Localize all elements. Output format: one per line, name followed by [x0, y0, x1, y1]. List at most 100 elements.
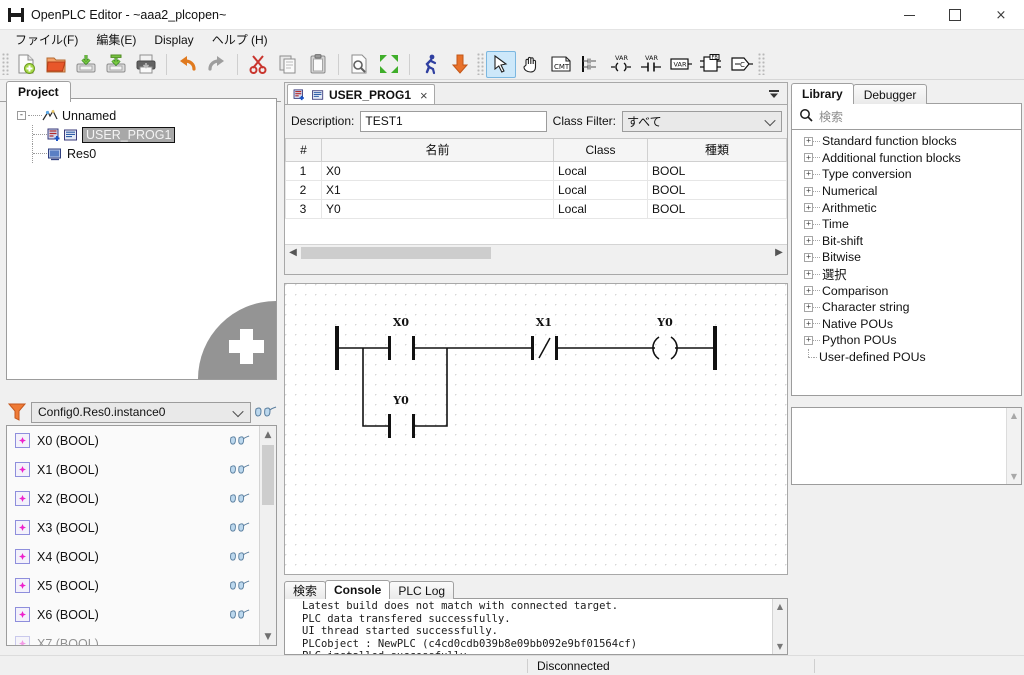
close-icon[interactable]: ×	[420, 88, 428, 103]
tree-expander-icon[interactable]: +	[804, 319, 813, 328]
scroll-down-icon[interactable]: ▼	[1007, 469, 1021, 484]
instance-combobox[interactable]: Config0.Res0.instance0	[31, 402, 251, 423]
cell-name[interactable]: X1	[322, 180, 554, 199]
list-item[interactable]: X0 (BOOL)	[7, 426, 276, 455]
tree-expander-icon[interactable]: -	[17, 111, 26, 120]
table-row[interactable]: 3 Y0 Local BOOL	[286, 199, 787, 218]
table-row[interactable]: 2 X1 Local BOOL	[286, 180, 787, 199]
library-item-bit-shift[interactable]: + Bit-shift	[792, 233, 1021, 250]
running-man-icon[interactable]	[415, 51, 445, 78]
library-search-box[interactable]: 検索	[791, 104, 1022, 130]
var-block-icon[interactable]: VAR	[666, 51, 696, 78]
scroll-up-icon[interactable]: ▲	[773, 599, 787, 614]
watch-variable-list[interactable]: X0 (BOOL) X1 (BOOL) X2 (BOOL) X3 (BOOL)	[6, 425, 277, 646]
debug-glasses-icon[interactable]	[230, 550, 250, 566]
cell-class[interactable]: Local	[554, 161, 648, 180]
save-as-icon[interactable]	[101, 51, 131, 78]
list-item[interactable]: X2 (BOOL)	[7, 484, 276, 513]
col-index[interactable]: #	[286, 139, 322, 161]
page-search-icon[interactable]	[344, 51, 374, 78]
tab-library[interactable]: Library	[791, 83, 854, 104]
library-item-type-conversion[interactable]: + Type conversion	[792, 166, 1021, 183]
tab-search[interactable]: 検索	[284, 581, 326, 599]
fb-block-icon[interactable]: FB	[696, 51, 726, 78]
debug-glasses-icon[interactable]	[255, 405, 277, 419]
connector-icon[interactable]: C	[726, 51, 756, 78]
clipboard-icon[interactable]	[303, 51, 333, 78]
library-item-python-pous[interactable]: + Python POUs	[792, 332, 1021, 349]
tab-console[interactable]: Console	[325, 580, 390, 599]
scroll-up-icon[interactable]: ▲	[1007, 408, 1021, 423]
scroll-left-icon[interactable]: ◀	[285, 247, 301, 258]
tab-project[interactable]: Project	[6, 81, 71, 102]
tree-expander-icon[interactable]: +	[804, 286, 813, 295]
scrollbar-thumb[interactable]	[262, 445, 274, 505]
tab-menu-icon[interactable]	[767, 87, 781, 101]
list-item[interactable]: X1 (BOOL)	[7, 455, 276, 484]
funnel-filter-icon[interactable]	[6, 401, 28, 423]
library-item-arithmetic[interactable]: + Arithmetic	[792, 199, 1021, 216]
close-button[interactable]: ×	[978, 0, 1024, 30]
tree-expander-icon[interactable]: +	[804, 153, 813, 162]
debug-glasses-icon[interactable]	[230, 608, 250, 624]
tree-expander-icon[interactable]: +	[804, 236, 813, 245]
undo-arrow-icon[interactable]	[172, 51, 202, 78]
scrollbar-thumb[interactable]	[301, 247, 491, 259]
download-arrow-icon[interactable]	[445, 51, 475, 78]
scrollbar-track[interactable]	[301, 246, 771, 260]
library-item-bitwise[interactable]: + Bitwise	[792, 249, 1021, 266]
description-input[interactable]: TEST1	[360, 111, 546, 132]
scissors-icon[interactable]	[243, 51, 273, 78]
cell-class[interactable]: Local	[554, 180, 648, 199]
maximize-button[interactable]	[932, 0, 978, 30]
printer-icon[interactable]	[131, 51, 161, 78]
cursor-arrow-icon[interactable]	[486, 51, 516, 78]
col-class[interactable]: Class	[554, 139, 648, 161]
add-pou-decoration-icon[interactable]	[198, 301, 276, 379]
col-name[interactable]: 名前	[322, 139, 554, 161]
tree-expander-icon[interactable]: +	[804, 137, 813, 146]
cell-type[interactable]: BOOL	[648, 199, 787, 218]
scroll-down-icon[interactable]: ▼	[773, 639, 787, 654]
search-input[interactable]: 検索	[819, 108, 843, 125]
power-rail-icon[interactable]	[576, 51, 606, 78]
scroll-right-icon[interactable]: ▶	[771, 247, 787, 258]
cell-name[interactable]: Y0	[322, 199, 554, 218]
comment-cmt-icon[interactable]: CMT	[546, 51, 576, 78]
toolbar-grip[interactable]	[477, 53, 484, 75]
scroll-down-icon[interactable]: ▼	[260, 628, 276, 645]
tree-expander-icon[interactable]: +	[804, 270, 813, 279]
library-item-time[interactable]: + Time	[792, 216, 1021, 233]
library-item-additional-function-blocks[interactable]: + Additional function blocks	[792, 150, 1021, 167]
watch-list-scrollbar[interactable]: ▲ ▼	[259, 426, 276, 645]
table-row[interactable]: 1 X0 Local BOOL	[286, 161, 787, 180]
tab-debugger[interactable]: Debugger	[853, 84, 928, 104]
redo-arrow-icon[interactable]	[202, 51, 232, 78]
debug-glasses-icon[interactable]	[230, 463, 250, 479]
cell-type[interactable]: BOOL	[648, 161, 787, 180]
library-item-standard-function-blocks[interactable]: + Standard function blocks	[792, 133, 1021, 150]
tree-expander-icon[interactable]: +	[804, 203, 813, 212]
tree-expander-icon[interactable]: +	[804, 336, 813, 345]
menu-item-display[interactable]: Display	[145, 32, 202, 48]
debug-glasses-icon[interactable]	[230, 492, 250, 508]
console-output[interactable]: Latest build does not match with connect…	[284, 598, 788, 655]
tab-plc-log[interactable]: PLC Log	[389, 581, 454, 599]
copy-icon[interactable]	[273, 51, 303, 78]
open-folder-icon[interactable]	[41, 51, 71, 78]
library-item-native-pous[interactable]: + Native POUs	[792, 316, 1021, 333]
list-item[interactable]: X7 (BOOL)	[7, 629, 276, 646]
col-type[interactable]: 種類	[648, 139, 787, 161]
list-item[interactable]: X5 (BOOL)	[7, 571, 276, 600]
tree-expander-icon[interactable]: +	[804, 253, 813, 262]
console-scrollbar[interactable]: ▲ ▼	[772, 599, 787, 654]
variables-table-hscrollbar[interactable]: ◀ ▶	[285, 244, 787, 260]
tree-expander-icon[interactable]: +	[804, 170, 813, 179]
library-item-numerical[interactable]: + Numerical	[792, 183, 1021, 200]
hand-icon[interactable]	[516, 51, 546, 78]
scroll-up-icon[interactable]: ▲	[260, 426, 276, 443]
class-filter-select[interactable]: すべて	[622, 111, 782, 132]
debug-glasses-icon[interactable]	[230, 579, 250, 595]
expand-arrows-icon[interactable]	[374, 51, 404, 78]
minimize-button[interactable]	[886, 0, 932, 30]
